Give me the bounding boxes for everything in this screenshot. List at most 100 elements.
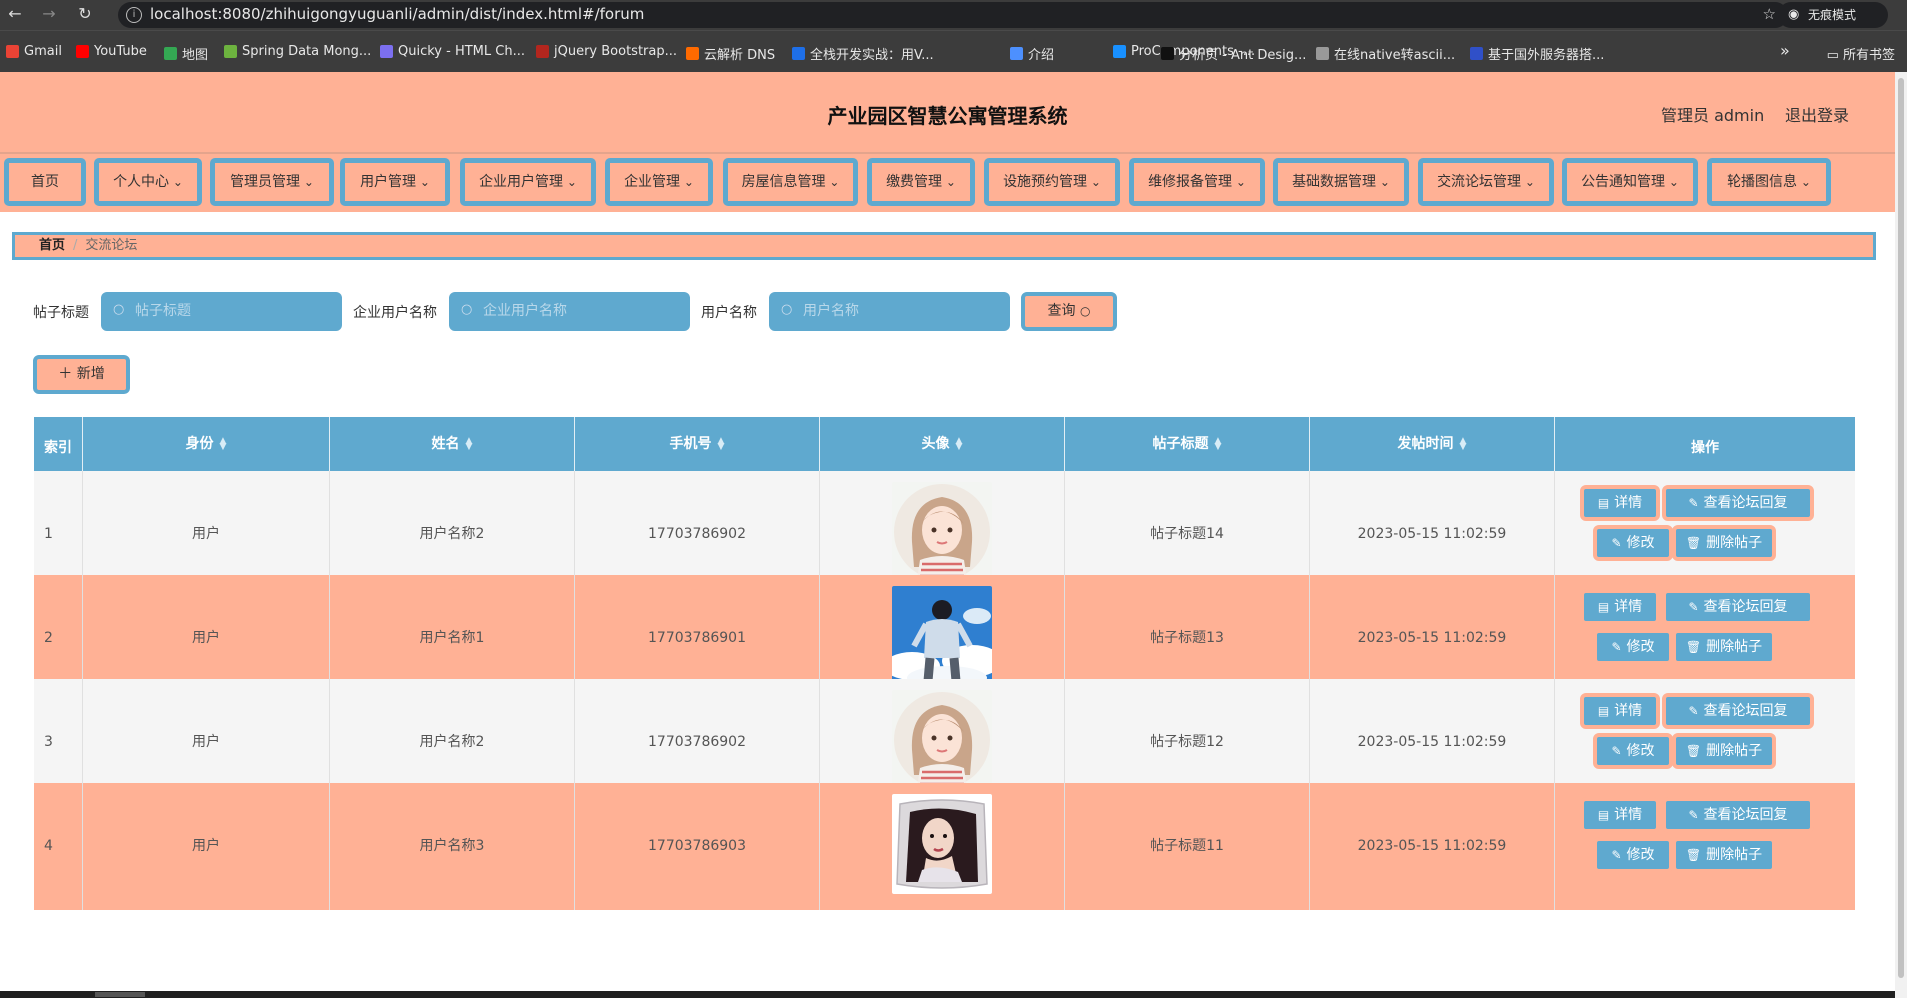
nav-item-label: 缴费管理 bbox=[886, 174, 943, 190]
breadcrumb-home[interactable]: 首页 bbox=[39, 238, 65, 253]
nav-item[interactable]: 个人中心 ⌄ bbox=[94, 158, 202, 206]
nav-item[interactable]: 交流论坛管理 ⌄ bbox=[1418, 158, 1554, 206]
nav-item[interactable]: 缴费管理 ⌄ bbox=[867, 158, 975, 206]
all-bookmarks-folder[interactable]: ▭ 所有书签 bbox=[1827, 44, 1895, 63]
query-button[interactable]: 查询 ○ bbox=[1021, 292, 1117, 331]
bookmark-item[interactable]: 基于国外服务器搭... bbox=[1470, 44, 1604, 63]
sort-icon[interactable]: ▲ ▼ bbox=[220, 437, 227, 452]
bookmark-item[interactable]: Spring Data Mong... bbox=[224, 44, 371, 59]
post-title-filter[interactable]: ○ bbox=[101, 292, 342, 331]
delete-post-button[interactable]: 🗑 删除帖子 bbox=[1672, 525, 1776, 561]
delete-post-button[interactable]: 🗑 删除帖子 bbox=[1672, 733, 1776, 769]
back-icon[interactable]: ← bbox=[6, 5, 24, 23]
detail-button[interactable]: ▤ 详情 bbox=[1580, 485, 1660, 521]
sort-icon[interactable]: ▲ ▼ bbox=[466, 437, 473, 452]
post-title-input[interactable] bbox=[135, 300, 285, 322]
scrollbar-thumb[interactable] bbox=[95, 992, 145, 997]
avatar[interactable] bbox=[892, 482, 992, 582]
detail-button[interactable]: ▤ 详情 bbox=[1580, 693, 1660, 729]
add-button[interactable]: ＋ 新增 bbox=[33, 355, 130, 394]
favicon-icon bbox=[1113, 45, 1126, 58]
forward-icon[interactable]: → bbox=[40, 5, 58, 23]
column-header[interactable]: 帖子标题 ▲ ▼ bbox=[1065, 417, 1310, 471]
address-bar[interactable]: i localhost:8080/zhihuigongyuguanli/admi… bbox=[118, 2, 1788, 28]
horizontal-scrollbar[interactable] bbox=[0, 991, 1895, 998]
nav-item[interactable]: 用户管理 ⌄ bbox=[340, 158, 450, 206]
view-replies-button[interactable]: ✎ 查看论坛回复 bbox=[1662, 693, 1814, 729]
url-text[interactable]: localhost:8080/zhihuigongyuguanli/admin/… bbox=[150, 5, 644, 23]
edit-button[interactable]: ✎ 修改 bbox=[1593, 525, 1673, 561]
nav-item[interactable]: 企业用户管理 ⌄ bbox=[460, 158, 596, 206]
chevron-down-icon: ⌄ bbox=[416, 175, 430, 189]
user-name-filter[interactable]: ○ bbox=[769, 292, 1010, 331]
edit-button[interactable]: ✎ 修改 bbox=[1593, 733, 1673, 769]
bookmark-item[interactable]: 介绍 bbox=[1010, 44, 1054, 63]
bookmark-item[interactable]: 云解析 DNS bbox=[686, 44, 775, 63]
favicon-icon bbox=[536, 45, 549, 58]
bookmark-item[interactable]: 地图 bbox=[164, 44, 208, 63]
chevron-down-icon: ⌄ bbox=[563, 175, 577, 189]
nav-item[interactable]: 维修报备管理 ⌄ bbox=[1129, 158, 1265, 206]
avatar[interactable] bbox=[892, 794, 992, 894]
user-name-input[interactable] bbox=[803, 300, 953, 322]
delete-post-button[interactable]: 🗑 删除帖子 bbox=[1672, 837, 1776, 873]
chevron-down-icon: ⌄ bbox=[1232, 175, 1246, 189]
sort-icon[interactable]: ▲ ▼ bbox=[718, 437, 725, 452]
more-bookmarks-icon[interactable]: » bbox=[1780, 41, 1790, 60]
plus-icon: ＋ bbox=[58, 366, 73, 382]
nav-item[interactable]: 企业管理 ⌄ bbox=[605, 158, 713, 206]
column-header[interactable]: 姓名 ▲ ▼ bbox=[330, 417, 575, 471]
column-header[interactable]: 发帖时间 ▲ ▼ bbox=[1310, 417, 1555, 471]
bookmark-item[interactable]: 全栈开发实战：用V... bbox=[792, 44, 934, 63]
nav-item[interactable]: 轮播图信息 ⌄ bbox=[1707, 158, 1831, 206]
bookmark-item[interactable]: Gmail bbox=[6, 44, 62, 59]
scrollbar-thumb[interactable] bbox=[1898, 78, 1904, 978]
column-header[interactable]: 头像 ▲ ▼ bbox=[820, 417, 1065, 471]
column-header[interactable]: 身份 ▲ ▼ bbox=[83, 417, 330, 471]
add-label: 新增 bbox=[76, 366, 105, 382]
bookmark-item[interactable]: jQuery Bootstrap... bbox=[536, 44, 677, 59]
sort-icon[interactable]: ▲ ▼ bbox=[1460, 437, 1467, 452]
cell-name: 用户名称2 bbox=[419, 526, 485, 542]
bookmark-item[interactable]: Quicky - HTML Ch... bbox=[380, 44, 525, 59]
vertical-scrollbar[interactable] bbox=[1895, 72, 1907, 998]
company-user-filter[interactable]: ○ bbox=[449, 292, 690, 331]
sort-icon[interactable]: ▲ ▼ bbox=[1215, 437, 1222, 452]
edit-icon: ✎ bbox=[1611, 640, 1622, 654]
view-replies-button[interactable]: ✎ 查看论坛回复 bbox=[1662, 589, 1814, 625]
avatar[interactable] bbox=[892, 690, 992, 790]
nav-item[interactable]: 首页 bbox=[4, 158, 86, 206]
search-icon: ○ bbox=[781, 302, 793, 317]
nav-item[interactable]: 房屋信息管理 ⌄ bbox=[723, 158, 858, 206]
company-user-input[interactable] bbox=[483, 300, 633, 322]
bookmark-item[interactable]: 在线native转ascii... bbox=[1316, 44, 1455, 63]
avatar[interactable] bbox=[892, 586, 992, 686]
column-header[interactable]: 手机号 ▲ ▼ bbox=[575, 417, 820, 471]
view-replies-button[interactable]: ✎ 查看论坛回复 bbox=[1662, 797, 1814, 833]
table-cell: 帖子标题11 bbox=[1065, 783, 1310, 910]
bookmark-item[interactable]: YouTube bbox=[76, 44, 147, 59]
reload-icon[interactable]: ↻ bbox=[76, 5, 94, 23]
bookmark-star-icon[interactable]: ☆ bbox=[1763, 5, 1776, 23]
nav-item[interactable]: 设施预约管理 ⌄ bbox=[984, 158, 1120, 206]
edit-button[interactable]: ✎ 修改 bbox=[1593, 629, 1673, 665]
detail-button[interactable]: ▤ 详情 bbox=[1580, 797, 1660, 833]
edit-button[interactable]: ✎ 修改 bbox=[1593, 837, 1673, 873]
site-info-icon[interactable]: i bbox=[126, 7, 142, 23]
chevron-down-icon: ⌄ bbox=[680, 175, 694, 189]
view-replies-button[interactable]: ✎ 查看论坛回复 bbox=[1662, 485, 1814, 521]
logout-link[interactable]: 退出登录 bbox=[1785, 102, 1849, 126]
incognito-badge[interactable]: ◉ 无痕模式 bbox=[1778, 2, 1888, 28]
bookmark-item[interactable]: 分析页 - Ant Desig... bbox=[1161, 44, 1306, 63]
nav-item-label: 企业用户管理 bbox=[479, 174, 564, 190]
action-label: 查看论坛回复 bbox=[1703, 599, 1788, 615]
nav-item[interactable]: 管理员管理 ⌄ bbox=[210, 158, 334, 206]
nav-item[interactable]: 公告通知管理 ⌄ bbox=[1562, 158, 1698, 206]
column-header-label: 操作 bbox=[1691, 440, 1719, 456]
page-title: 产业园区智慧公寓管理系统 bbox=[827, 104, 1068, 128]
document-icon: ▤ bbox=[1597, 808, 1610, 822]
delete-post-button[interactable]: 🗑 删除帖子 bbox=[1672, 629, 1776, 665]
nav-item[interactable]: 基础数据管理 ⌄ bbox=[1273, 158, 1409, 206]
detail-button[interactable]: ▤ 详情 bbox=[1580, 589, 1660, 625]
sort-icon[interactable]: ▲ ▼ bbox=[956, 437, 963, 452]
